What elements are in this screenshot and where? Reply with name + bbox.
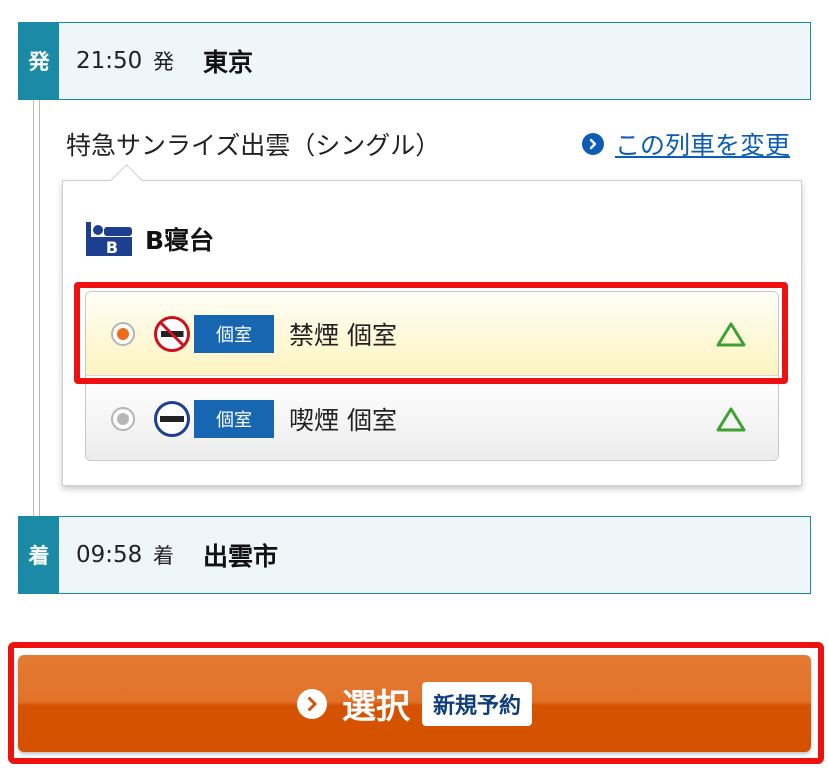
- departure-row: 発 21:50 発 東京: [18, 22, 811, 100]
- availability-triangle-icon: [716, 407, 746, 432]
- seat-option-smoking[interactable]: 個室 喫煙 個室: [86, 376, 778, 460]
- private-room-badge: 個室: [194, 314, 274, 353]
- availability-triangle-icon: [716, 322, 746, 346]
- departure-mark: 発: [19, 23, 59, 99]
- seat-option-label: 喫煙 個室: [289, 406, 397, 435]
- seat-option-list: 個室 禁煙 個室 個室 喫煙 個室: [85, 291, 779, 461]
- seat-option-label: 禁煙 個室: [289, 320, 397, 350]
- panel-pointer: [110, 164, 143, 197]
- arrival-time: 09:58: [76, 542, 143, 568]
- private-room-badge: 個室: [194, 400, 274, 438]
- chevron-right-circle-icon: [296, 688, 327, 719]
- change-train-link[interactable]: この列車を変更: [582, 127, 790, 161]
- arrival-suffix: 着: [153, 544, 174, 568]
- route-timeline-rail: [33, 100, 40, 516]
- sleeper-bed-icon: B: [86, 222, 132, 256]
- seat-selection-panel: B B寝台 個室 禁煙 個室 個室 喫煙 個室: [62, 164, 802, 486]
- seat-option-non-smoking[interactable]: 個室 禁煙 個室: [86, 292, 778, 376]
- no-smoking-icon: [154, 315, 190, 352]
- arrival-row: 着 09:58 着 出雲市: [18, 516, 811, 594]
- select-button[interactable]: 選択 新規予約: [18, 655, 811, 752]
- departure-suffix: 発: [153, 50, 174, 74]
- train-name: 特急サンライズ出雲（シングル）: [66, 131, 441, 160]
- arrival-station: 出雲市: [203, 542, 279, 571]
- new-reservation-badge: 新規予約: [421, 681, 532, 726]
- chevron-right-circle-icon: [582, 133, 604, 155]
- select-button-label: 選択: [341, 687, 410, 727]
- sleeper-bed-icon-letter: B: [106, 238, 118, 256]
- arrival-mark: 着: [19, 517, 59, 593]
- seat-class-title: B寝台: [145, 226, 215, 255]
- smoking-icon: [154, 401, 190, 437]
- departure-station: 東京: [203, 48, 254, 77]
- seat-class-header: B B寝台: [85, 219, 214, 259]
- radio-button-selected[interactable]: [111, 321, 135, 346]
- radio-button-unselected[interactable]: [111, 407, 135, 431]
- departure-time: 21:50: [76, 48, 143, 74]
- change-train-link-label: この列車を変更: [615, 131, 791, 160]
